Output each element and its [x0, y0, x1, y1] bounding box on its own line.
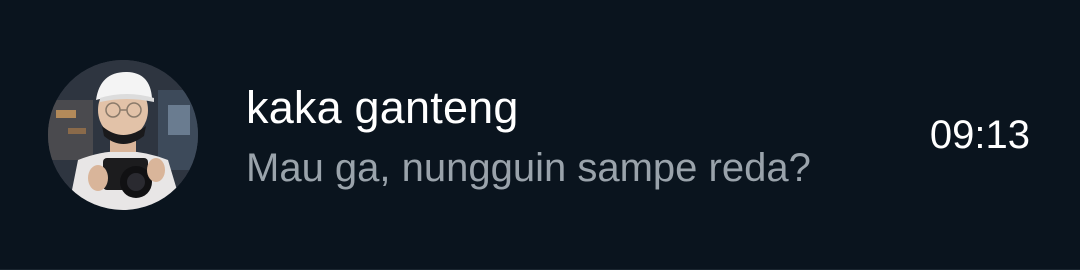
profile-photo-icon — [48, 60, 198, 210]
contact-name: kaka ganteng — [246, 82, 519, 133]
message-timestamp: 09:13 — [929, 113, 1030, 157]
avatar[interactable] — [48, 60, 198, 210]
chat-list-item[interactable]: kaka ganteng Mau ga, nungguin sampe reda… — [0, 0, 1080, 270]
last-message-preview: Mau ga, nungguin sampe reda? — [246, 146, 811, 190]
